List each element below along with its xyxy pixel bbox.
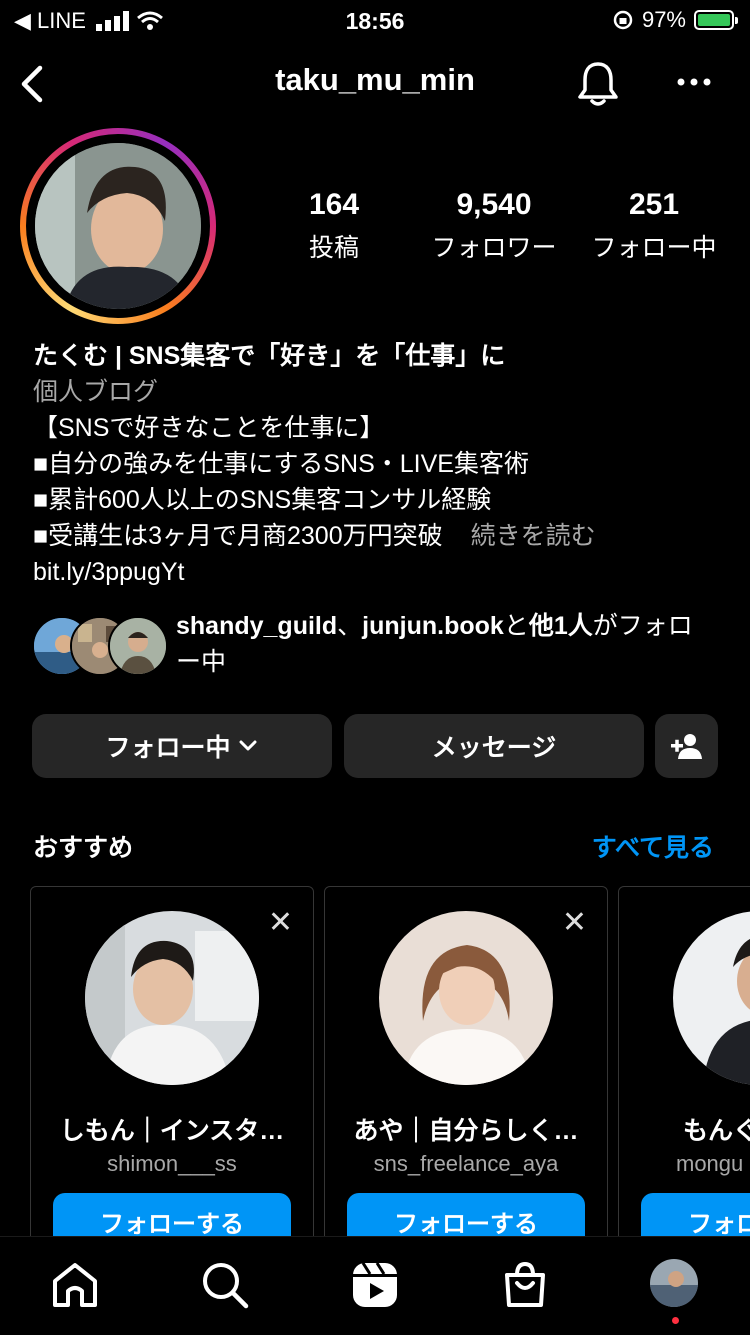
suggestion-name: もんぐ	[683, 1117, 750, 1145]
profile-avatar	[35, 143, 201, 309]
stat-following[interactable]: 251 フォロー中	[584, 188, 724, 264]
posts-label: 投稿	[308, 234, 359, 262]
profile-tab-avatar[interactable]	[650, 1259, 698, 1307]
suggestion-card[interactable]: ✕ しもん｜インスタ… shimon___ss フォローする	[30, 886, 314, 1246]
read-more-link[interactable]: 続きを読む	[471, 522, 596, 550]
home-icon[interactable]	[49, 1259, 101, 1311]
battery-icon	[694, 10, 738, 30]
mutual-followers-text[interactable]: shandy_guild、junjun.bookと他1人がフォロー中	[176, 608, 716, 680]
close-icon[interactable]: ✕	[268, 905, 293, 940]
status-bar: ◀ LINE 18:56 97%	[0, 0, 750, 40]
suggestion-avatar	[379, 911, 553, 1085]
mutual-user-1: shandy_guild	[176, 612, 338, 640]
suggestion-name: しもん｜インスタ…	[59, 1117, 285, 1145]
following-button[interactable]: フォロー中	[32, 714, 332, 778]
profile-avatar-ring[interactable]	[20, 128, 216, 324]
conjunction: と	[503, 612, 529, 640]
rotation-lock-icon	[613, 10, 633, 30]
notification-dot	[672, 1317, 679, 1324]
profile-bio: たくむ | SNS集客で「好き」を「仕事」に 個人ブログ 【SNSで好きなことを…	[33, 338, 733, 590]
bio-line-last: ■受講生は3ヶ月で月商2300万円突破 続きを読む	[33, 518, 733, 554]
reels-icon[interactable]	[349, 1259, 401, 1311]
chevron-down-icon	[239, 740, 256, 751]
mutual-followers-avatars[interactable]	[32, 616, 168, 676]
mutual-avatar	[108, 616, 168, 676]
suggestion-username: shimon___ss	[107, 1151, 237, 1176]
bottom-tab-bar	[0, 1236, 750, 1335]
bio-link[interactable]: bit.ly/3ppugYt	[33, 554, 733, 590]
bio-line: ■累計600人以上のSNS集客コンサル経験	[33, 486, 492, 514]
mutual-user-2: junjun.book	[362, 612, 504, 640]
bio-line: ■自分の強みを仕事にするSNS・LIVE集客術	[33, 450, 529, 478]
suggestions-title: おすすめ	[33, 834, 134, 862]
following-label: フォロー中	[591, 234, 717, 262]
suggestion-card[interactable]: ✕ あや｜自分らしく… sns_freelance_aya フォローする	[324, 886, 608, 1246]
mutual-others: 他1人	[528, 612, 593, 640]
display-name: たくむ | SNS集客で「好き」を「仕事」に	[33, 342, 506, 370]
add-person-icon	[670, 734, 702, 759]
message-button-label: メッセージ	[431, 734, 557, 762]
more-options-icon[interactable]	[676, 72, 712, 92]
suggestion-username: mongu	[676, 1151, 744, 1176]
see-all-link[interactable]: すべて見る	[592, 828, 714, 864]
bio-line: 【SNSで好きなことを仕事に】	[33, 414, 385, 442]
bell-icon[interactable]	[575, 60, 621, 108]
posts-count: 164	[308, 188, 360, 221]
category-label: 個人ブログ	[33, 378, 159, 406]
message-button[interactable]: メッセージ	[344, 714, 644, 778]
followers-label: フォロワー	[431, 234, 557, 262]
suggestion-name: あや｜自分らしく…	[353, 1117, 579, 1145]
stat-posts[interactable]: 164 投稿	[284, 188, 384, 264]
shop-icon[interactable]	[499, 1259, 551, 1311]
stat-followers[interactable]: 9,540 フォロワー	[424, 188, 564, 264]
following-count: 251	[628, 188, 680, 221]
suggestion-avatar	[673, 911, 750, 1085]
following-button-label: フォロー中	[105, 734, 231, 762]
separator: 、	[337, 612, 363, 640]
suggest-people-button[interactable]	[655, 714, 718, 778]
suggestion-avatar	[85, 911, 259, 1085]
suggestion-card[interactable]: もんぐ mongu フォロ	[618, 886, 750, 1246]
suggestion-username: sns_freelance_aya	[373, 1151, 559, 1176]
followers-count: 9,540	[456, 188, 532, 221]
bio-line: ■受講生は3ヶ月で月商2300万円突破	[33, 522, 443, 550]
status-right: 97%	[612, 7, 738, 33]
profile-username: taku_mu_min	[275, 62, 475, 97]
close-icon[interactable]: ✕	[562, 905, 587, 940]
search-icon[interactable]	[199, 1259, 251, 1311]
battery-percent: 97%	[641, 7, 686, 32]
